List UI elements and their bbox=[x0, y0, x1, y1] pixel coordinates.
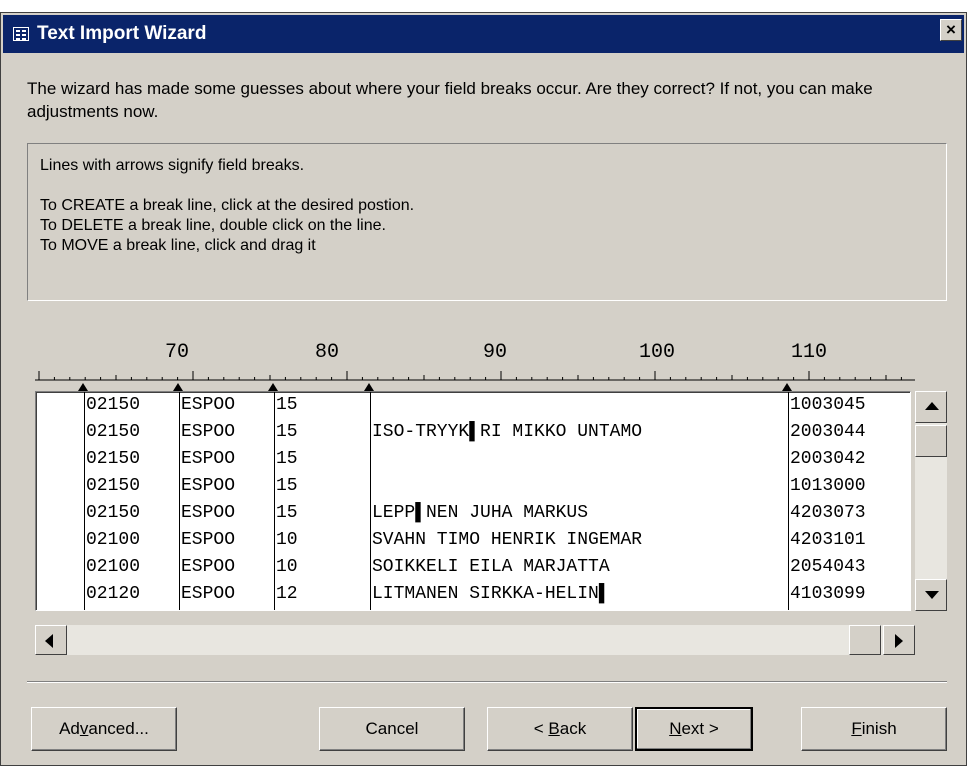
ruler-label: 100 bbox=[639, 341, 676, 364]
instruction-line: To MOVE a break line, click and drag it bbox=[40, 237, 316, 254]
code-cell: 15 bbox=[276, 449, 298, 469]
name-cell: ISO-TRYYK▌RI MIKKO UNTAMO bbox=[372, 422, 643, 442]
zip-cell: 02150 bbox=[86, 395, 141, 415]
field-break-arrow-icon[interactable] bbox=[364, 383, 374, 391]
city-cell: ESPOO bbox=[181, 449, 236, 469]
cancel-label: Cancel bbox=[365, 719, 419, 738]
number-cell: 1003045 bbox=[790, 395, 866, 415]
close-button[interactable]: × bbox=[940, 19, 962, 41]
instruction-line: To CREATE a break line, click at the des… bbox=[40, 197, 415, 214]
name-cell: SOIKKELI EILA MARJATTA bbox=[372, 557, 610, 577]
scroll-left-button[interactable] bbox=[35, 625, 67, 655]
number-cell: 4103099 bbox=[790, 584, 866, 604]
advanced-label-post: anced... bbox=[88, 719, 149, 738]
vertical-scrollbar[interactable] bbox=[915, 391, 947, 611]
vertical-scroll-thumb[interactable] bbox=[915, 425, 947, 457]
number-cell: 1013000 bbox=[790, 476, 866, 496]
code-cell: 12 bbox=[276, 584, 298, 604]
zip-cell: 02150 bbox=[86, 476, 141, 496]
background-strip bbox=[0, 0, 967, 12]
city-cell: ESPOO bbox=[181, 584, 236, 604]
field-break-arrow-icon[interactable] bbox=[173, 383, 183, 391]
preview-row: 02150 ESPOO 15 ISO-TRYYK▌RI MIKKO UNTAMO… bbox=[36, 421, 910, 444]
zip-cell: 02150 bbox=[86, 449, 141, 469]
window-title: Text Import Wizard bbox=[37, 23, 207, 44]
zip-cell: 02150 bbox=[86, 503, 141, 523]
city-cell: ESPOO bbox=[181, 422, 236, 442]
data-preview[interactable]: 02150 ESPOO 15 1003045 02150 ESPOO 15 IS… bbox=[35, 391, 911, 611]
preview-row: 02150 ESPOO 15 LEPP▌NEN JUHA MARKUS 4203… bbox=[36, 502, 910, 525]
preview-row: 02100 ESPOO 10 SOIKKELI EILA MARJATTA 20… bbox=[36, 556, 910, 579]
zip-cell: 02150 bbox=[86, 422, 141, 442]
name-cell: SVAHN TIMO HENRIK INGEMAR bbox=[372, 530, 643, 550]
code-cell: 15 bbox=[276, 395, 298, 415]
back-label-pre: < bbox=[533, 719, 549, 738]
arrow-left-icon bbox=[45, 634, 53, 648]
next-label-post: ext > bbox=[681, 719, 719, 738]
city-cell: ESPOO bbox=[181, 530, 236, 550]
arrow-right-icon bbox=[895, 634, 903, 648]
advanced-button[interactable]: Ad v anced... bbox=[31, 707, 177, 751]
city-cell: ESPOO bbox=[181, 476, 236, 496]
preview-row: 02150 ESPOO 15 1003045 bbox=[36, 394, 910, 417]
city-cell: ESPOO bbox=[181, 503, 236, 523]
title-bar[interactable]: Text Import Wizard × bbox=[3, 15, 964, 53]
next-button[interactable]: Next > bbox=[635, 707, 753, 751]
next-accesskey: N bbox=[669, 719, 682, 738]
number-cell: 2003044 bbox=[790, 422, 866, 442]
zip-cell: 02100 bbox=[86, 530, 141, 550]
back-button[interactable]: < Back bbox=[487, 707, 633, 751]
finish-button[interactable]: Finish bbox=[801, 707, 947, 751]
code-cell: 15 bbox=[276, 422, 298, 442]
back-accesskey: B bbox=[548, 719, 560, 738]
field-break-arrow-icon[interactable] bbox=[782, 383, 792, 391]
instruction-line: To DELETE a break line, double click on … bbox=[40, 217, 386, 234]
back-label-post: ack bbox=[559, 719, 587, 738]
ruler-label: 110 bbox=[791, 341, 828, 364]
city-cell: ESPOO bbox=[181, 557, 236, 577]
form-icon bbox=[13, 27, 29, 41]
finish-label-post: inish bbox=[861, 719, 897, 738]
text-import-wizard-dialog: Text Import Wizard × The wizard has made… bbox=[0, 12, 967, 766]
horizontal-scroll-thumb[interactable] bbox=[849, 625, 881, 655]
scroll-right-button[interactable] bbox=[883, 625, 915, 655]
number-cell: 2054043 bbox=[790, 557, 866, 577]
preview-row: 02120 ESPOO 12 LITMANEN SIRKKA-HELIN▌ 41… bbox=[36, 583, 910, 606]
ruler-label: 80 bbox=[315, 341, 340, 364]
finish-accesskey: F bbox=[851, 719, 862, 738]
horizontal-scrollbar[interactable] bbox=[35, 625, 915, 655]
name-cell: LITMANEN SIRKKA-HELIN▌ bbox=[372, 584, 610, 604]
zip-cell: 02120 bbox=[86, 584, 141, 604]
divider bbox=[27, 681, 947, 683]
cancel-button[interactable]: Cancel bbox=[319, 707, 465, 751]
number-cell: 4203101 bbox=[790, 530, 866, 550]
arrow-up-icon bbox=[925, 402, 939, 410]
code-cell: 15 bbox=[276, 503, 298, 523]
instruction-line: Lines with arrows signify field breaks. bbox=[40, 157, 305, 174]
field-break-arrow-icon[interactable] bbox=[268, 383, 278, 391]
code-cell: 10 bbox=[276, 530, 298, 550]
preview-row: 02100 ESPOO 10 SVAHN TIMO HENRIK INGEMAR… bbox=[36, 529, 910, 552]
advanced-accesskey: v bbox=[79, 719, 89, 738]
intro-text: The wizard has made some guesses about w… bbox=[27, 79, 873, 121]
preview-row: 02150 ESPOO 15 2003042 bbox=[36, 448, 910, 471]
preview-row: 02150 ESPOO 15 1013000 bbox=[36, 475, 910, 498]
scroll-down-button[interactable] bbox=[915, 579, 947, 611]
instructions-panel: Lines with arrows signify field breaks. … bbox=[27, 143, 947, 301]
code-cell: 15 bbox=[276, 476, 298, 496]
arrow-down-icon bbox=[925, 591, 939, 599]
name-cell: LEPP▌NEN JUHA MARKUS bbox=[372, 503, 589, 523]
column-ruler[interactable]: 70 80 90 100 110 bbox=[35, 335, 915, 395]
code-cell: 10 bbox=[276, 557, 298, 577]
zip-cell: 02100 bbox=[86, 557, 141, 577]
scroll-up-button[interactable] bbox=[915, 391, 947, 423]
number-cell: 4203073 bbox=[790, 503, 866, 523]
advanced-label-pre: Ad bbox=[59, 719, 80, 738]
city-cell: ESPOO bbox=[181, 395, 236, 415]
number-cell: 2003042 bbox=[790, 449, 866, 469]
field-break-arrow-icon[interactable] bbox=[78, 383, 88, 391]
ruler-label: 70 bbox=[165, 341, 190, 364]
ruler-label: 90 bbox=[483, 341, 508, 364]
